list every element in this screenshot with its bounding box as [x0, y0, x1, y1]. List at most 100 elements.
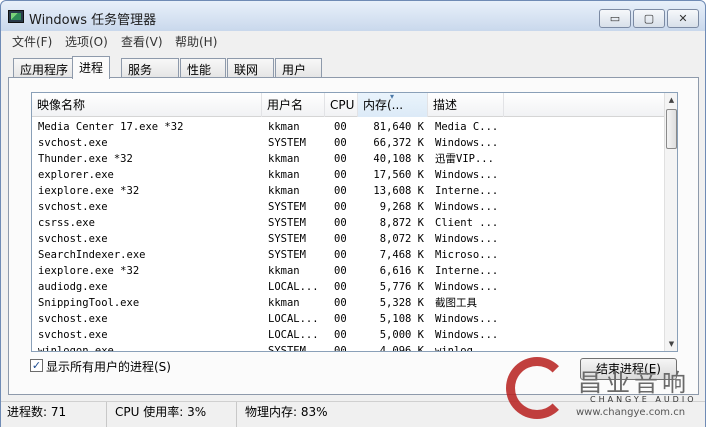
- menu-bar: 文件(F) 选项(O) 查看(V) 帮助(H): [1, 31, 705, 51]
- process-description: Windows...: [435, 169, 499, 181]
- process-row[interactable]: Thunder.exe *32 kkman 00 40,108 K 迅雷VIP...: [32, 151, 664, 167]
- process-row[interactable]: svchost.exe SYSTEM 00 8,072 K Windows...: [32, 231, 664, 247]
- tab-processes[interactable]: 进程: [72, 56, 111, 79]
- tab-performance[interactable]: 性能: [180, 58, 226, 78]
- task-manager-window: Windows 任务管理器 ▭ ▢ ✕ 文件(F) 选项(O) 查看(V) 帮助…: [0, 0, 706, 427]
- process-row[interactable]: iexplore.exe *32 kkman 00 13,608 K Interne..…: [32, 183, 664, 199]
- column-memory-label: 内存(...: [363, 98, 404, 112]
- process-row[interactable]: svchost.exe SYSTEM 00 66,372 K Windows...: [32, 135, 664, 151]
- process-user: SYSTEM: [268, 217, 306, 229]
- minimize-button[interactable]: ▭: [599, 9, 631, 28]
- process-description: Windows...: [435, 329, 499, 341]
- process-description: 截图工具: [435, 297, 477, 309]
- process-name: svchost.exe: [38, 137, 108, 149]
- process-name: audiodg.exe: [38, 281, 108, 293]
- process-cpu: 00: [334, 169, 347, 181]
- process-cpu: 00: [334, 185, 347, 197]
- process-user: kkman: [268, 121, 300, 133]
- process-cpu: 00: [334, 297, 347, 309]
- process-description: winlog...: [435, 345, 492, 352]
- process-row[interactable]: iexplore.exe *32 kkman 00 6,616 K Interne...: [32, 263, 664, 279]
- process-user: LOCAL...: [268, 281, 319, 293]
- process-row[interactable]: explorer.exe kkman 00 17,560 K Windows...: [32, 167, 664, 183]
- process-memory: 9,268 K: [379, 201, 424, 213]
- process-name: iexplore.exe *32: [38, 265, 140, 277]
- process-cpu: 00: [334, 121, 347, 133]
- column-cpu[interactable]: CPU: [325, 93, 358, 117]
- process-memory: 13,608 K: [373, 185, 424, 197]
- title-bar[interactable]: Windows 任务管理器 ▭ ▢ ✕: [1, 1, 705, 31]
- process-rows: Media Center 17.exe *32 kkman 00 81,640 K Me…: [32, 119, 664, 352]
- process-user: kkman: [268, 297, 300, 309]
- process-cpu: 00: [334, 233, 347, 245]
- tab-networking[interactable]: 联网: [227, 58, 274, 78]
- process-name: Media Center 17.exe *32: [38, 121, 184, 133]
- process-memory: 81,640 K: [373, 121, 424, 133]
- process-cpu: 00: [334, 313, 347, 325]
- process-memory: 66,372 K: [373, 137, 424, 149]
- column-image-name[interactable]: 映像名称: [32, 93, 262, 117]
- process-name: svchost.exe: [38, 313, 108, 325]
- process-memory: 7,468 K: [379, 249, 424, 261]
- process-description: Windows...: [435, 281, 499, 293]
- tab-services[interactable]: 服务: [121, 58, 179, 78]
- process-user: SYSTEM: [268, 233, 306, 245]
- process-row[interactable]: SnippingTool.exe kkman 00 5,328 K 截图工具: [32, 295, 664, 311]
- process-cpu: 00: [334, 137, 347, 149]
- process-user: SYSTEM: [268, 201, 306, 213]
- minimize-icon: ▭: [609, 12, 621, 25]
- status-process-count: 进程数: 71: [1, 402, 107, 427]
- vertical-scrollbar[interactable]: ▲ ▼: [664, 93, 677, 351]
- process-memory: 17,560 K: [373, 169, 424, 181]
- process-cpu: 00: [334, 265, 347, 277]
- process-name: winlogon.exe: [38, 345, 114, 352]
- column-description[interactable]: 描述: [428, 93, 504, 117]
- watermark: 昌业音响 CHANGYE AUDIO www.changye.com.cn: [506, 349, 706, 427]
- tab-applications[interactable]: 应用程序: [13, 58, 76, 78]
- maximize-button[interactable]: ▢: [633, 9, 665, 28]
- process-name: explorer.exe: [38, 169, 114, 181]
- scroll-up-icon[interactable]: ▲: [665, 93, 677, 107]
- process-user: kkman: [268, 185, 300, 197]
- tab-users[interactable]: 用户: [275, 58, 322, 78]
- process-user: SYSTEM: [268, 345, 306, 352]
- process-name: svchost.exe: [38, 201, 108, 213]
- process-description: Microso...: [435, 249, 499, 261]
- close-button[interactable]: ✕: [667, 9, 699, 28]
- menu-view[interactable]: 查看(V): [121, 33, 163, 50]
- process-memory: 5,776 K: [379, 281, 424, 293]
- process-row[interactable]: csrss.exe SYSTEM 00 8,872 K Client ...: [32, 215, 664, 231]
- process-row[interactable]: svchost.exe SYSTEM 00 9,268 K Windows...: [32, 199, 664, 215]
- menu-file[interactable]: 文件(F): [12, 33, 52, 50]
- process-user: LOCAL...: [268, 313, 319, 325]
- process-cpu: 00: [334, 153, 347, 165]
- process-cpu: 00: [334, 201, 347, 213]
- process-name: svchost.exe: [38, 233, 108, 245]
- process-memory: 5,108 K: [379, 313, 424, 325]
- process-cpu: 00: [334, 329, 347, 341]
- menu-help[interactable]: 帮助(H): [175, 33, 217, 50]
- window-title: Windows 任务管理器: [29, 13, 157, 28]
- process-row[interactable]: audiodg.exe LOCAL... 00 5,776 K Windows...: [32, 279, 664, 295]
- process-row[interactable]: SearchIndexer.exe SYSTEM 00 7,468 K Microso.…: [32, 247, 664, 263]
- scrollbar-thumb[interactable]: [666, 109, 677, 149]
- column-header: 映像名称 用户名 CPU ▾ 内存(... 描述: [32, 93, 664, 117]
- process-memory: 40,108 K: [373, 153, 424, 165]
- processes-panel: 映像名称 用户名 CPU ▾ 内存(... 描述 Media Center 17…: [8, 77, 699, 395]
- sort-descending-icon: ▾: [390, 93, 395, 101]
- process-row[interactable]: svchost.exe LOCAL... 00 5,108 K Windows...: [32, 311, 664, 327]
- process-description: 迅雷VIP...: [435, 153, 494, 165]
- process-list[interactable]: 映像名称 用户名 CPU ▾ 内存(... 描述 Media Center 17…: [31, 92, 678, 352]
- column-user-name[interactable]: 用户名: [262, 93, 325, 117]
- process-description: Interne...: [435, 185, 499, 197]
- process-memory: 8,872 K: [379, 217, 424, 229]
- column-memory[interactable]: ▾ 内存(...: [358, 93, 428, 117]
- process-user: SYSTEM: [268, 249, 306, 261]
- menu-options[interactable]: 选项(O): [65, 33, 108, 50]
- watermark-brand-cn: 昌业音响: [578, 369, 690, 397]
- process-user: kkman: [268, 153, 300, 165]
- maximize-icon: ▢: [643, 12, 655, 25]
- show-all-users-checkbox[interactable]: ✓: [30, 359, 43, 372]
- process-row[interactable]: svchost.exe LOCAL... 00 5,000 K Windows...: [32, 327, 664, 343]
- process-row[interactable]: Media Center 17.exe *32 kkman 00 81,640 K Me…: [32, 119, 664, 135]
